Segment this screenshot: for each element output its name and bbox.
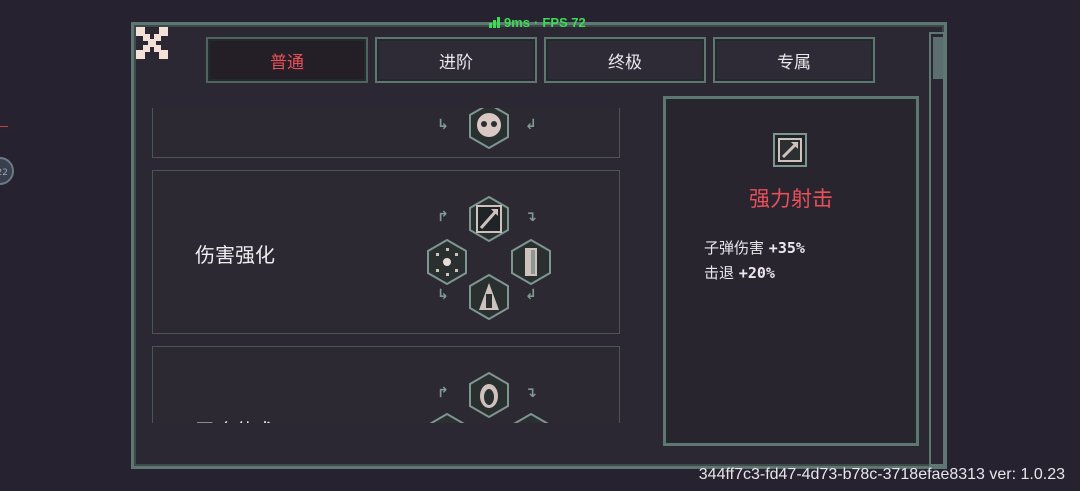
side-badge[interactable]: 22 (0, 157, 14, 185)
stat-value: +20% (738, 264, 775, 282)
stat-row: 击退 +20% (704, 262, 775, 283)
tab-ultimate[interactable]: 终极 (544, 37, 706, 83)
stat-row: 子弹伤害 +35% (704, 237, 805, 258)
build-id: 344ff7c3-fd47-4d73-b78c-3718efae8313 (698, 466, 985, 483)
burst-icon (427, 239, 467, 285)
arrow-icon: ↱ (437, 385, 449, 401)
stat-label: 击退 (704, 264, 735, 282)
build-version: 344ff7c3-fd47-4d73-b78c-3718efae8313 ver… (699, 466, 1065, 484)
egg-icon (469, 372, 509, 418)
arrow-shot-icon (469, 196, 509, 242)
latency-text: 9ms (504, 15, 531, 30)
separator: · (534, 15, 539, 30)
scrollbar[interactable] (929, 32, 945, 466)
pillar-icon (511, 239, 551, 285)
side-mark (0, 126, 8, 130)
arrow-icon: ↲ (525, 117, 537, 133)
arrow-icon: ↲ (525, 287, 537, 303)
arrow-icon: ↱ (437, 209, 449, 225)
skull-icon (469, 108, 509, 149)
skill-group-card[interactable]: 召唤仕术 ↱ ↴ (152, 346, 620, 423)
tab-label: 专属 (777, 52, 811, 73)
skill-group-card[interactable]: ↳ ↲ (152, 108, 620, 158)
arrow-icon: ↳ (437, 287, 449, 303)
skill-list[interactable]: ↳ ↲ 伤害强化 ↱ ↴ ↳ ↲ ↱ ↴ (152, 108, 622, 423)
stat-value: +35% (768, 239, 805, 257)
tab-label: 普通 (270, 52, 304, 73)
stat-label: 子弹伤害 (704, 239, 765, 257)
skill-name: 强力射击 (749, 187, 833, 211)
fps-counter: 9ms · FPS 72 (489, 15, 586, 30)
fps-text: FPS 72 (542, 15, 586, 30)
arrow-icon: ↴ (525, 385, 537, 401)
skill-group-card[interactable]: 伤害强化 ↱ ↴ ↳ ↲ (152, 170, 620, 334)
tab-label: 终极 (608, 52, 642, 73)
arrow-icon: ↴ (525, 209, 537, 225)
tab-normal[interactable]: 普通 (206, 37, 368, 83)
hex-icon-left (429, 413, 465, 423)
signal-icon (489, 17, 500, 28)
arrow-icon: ↳ (437, 117, 449, 133)
scrollbar-thumb[interactable] (933, 37, 943, 79)
version-text: ver: 1.0.23 (989, 466, 1065, 483)
arrow-shot-icon (773, 133, 807, 167)
tab-exclusive[interactable]: 专属 (713, 37, 875, 83)
skill-group-title: 伤害强化 (195, 243, 275, 267)
tab-label: 进阶 (439, 52, 473, 73)
skill-group-title: 召唤仕术 (195, 415, 275, 423)
close-icon[interactable] (134, 25, 170, 61)
hooded-figure-icon (469, 274, 509, 320)
hex-icon-right (513, 413, 549, 423)
tab-advanced[interactable]: 进阶 (375, 37, 537, 83)
